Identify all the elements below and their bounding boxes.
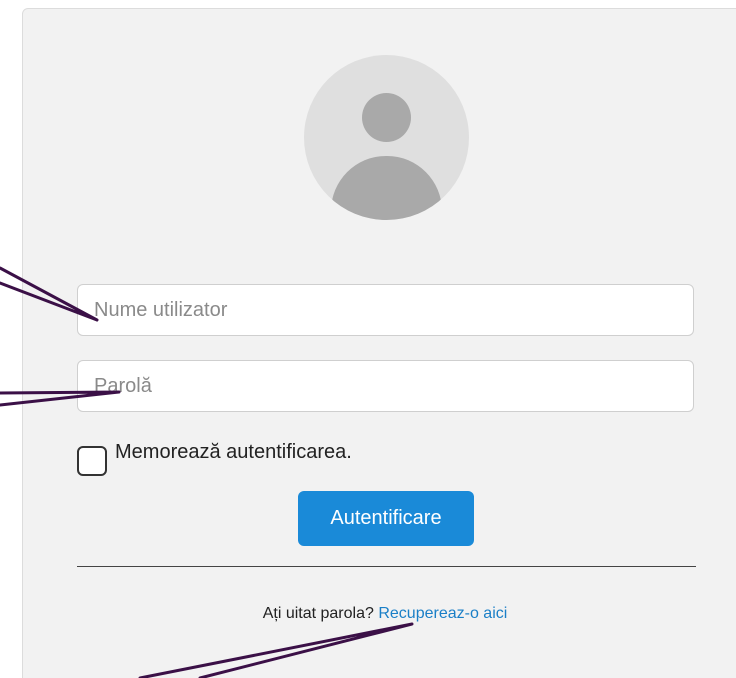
annotation-arrows	[0, 266, 414, 678]
annotation-arrow-username	[0, 266, 99, 322]
screenshot-stage: Memorează autentificarea. Autentificare …	[0, 0, 736, 678]
annotation-arrow-recover	[138, 622, 414, 678]
annotation-arrow-password	[0, 390, 121, 407]
